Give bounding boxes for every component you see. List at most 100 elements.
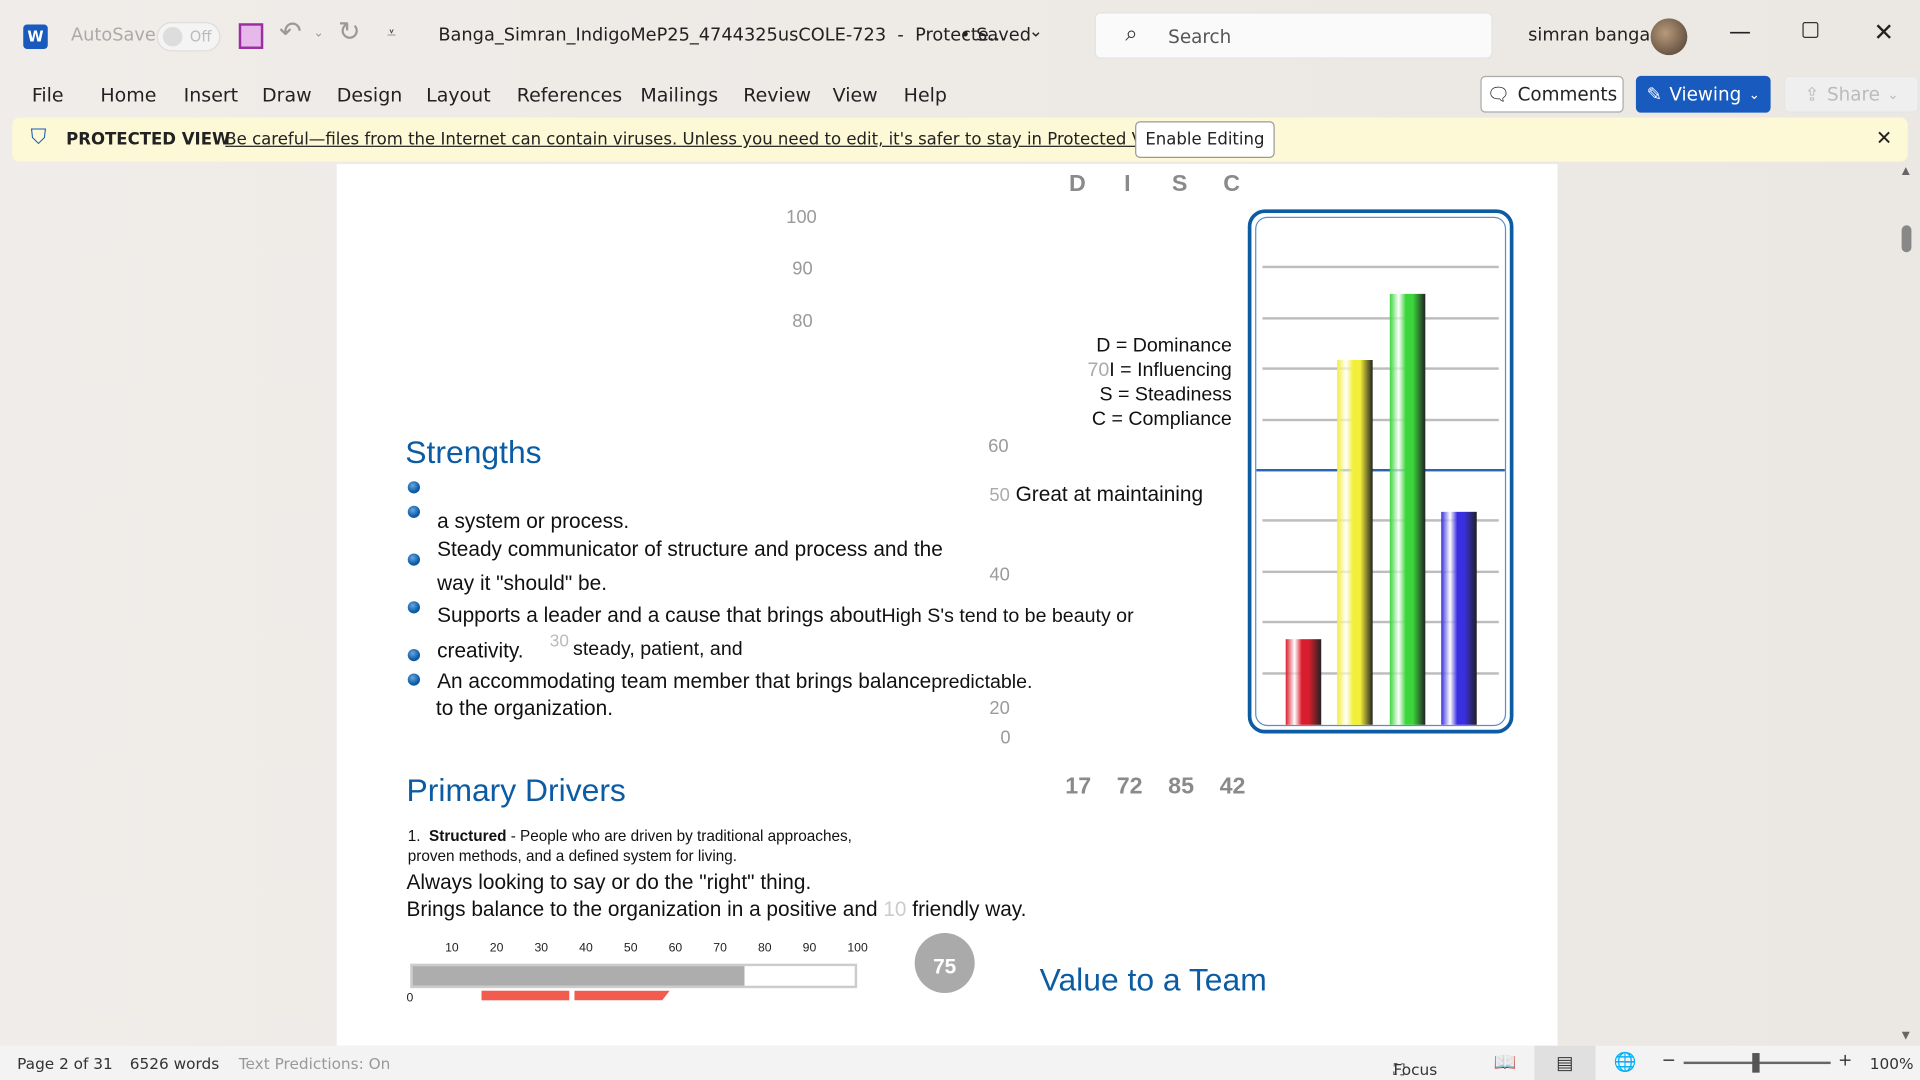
score-i: 72	[1116, 773, 1143, 800]
saved-chevron-icon[interactable]: ⌄	[1029, 22, 1043, 42]
comments-button[interactable]: 🗨 Comments	[1480, 75, 1624, 113]
score-d: 17	[1065, 773, 1092, 800]
share-button[interactable]: ⇪ Share ⌄	[1784, 75, 1919, 113]
menu-view[interactable]: View	[833, 84, 878, 106]
undo-icon[interactable]: ↶	[279, 17, 302, 48]
strength-line: a system or process.	[437, 509, 630, 533]
menu-review[interactable]: Review	[743, 84, 811, 106]
menu-references[interactable]: References	[517, 84, 622, 106]
menu-file[interactable]: File	[32, 84, 64, 106]
protected-view-label: PROTECTED VIEW	[66, 129, 231, 150]
shield-icon: ⛉	[30, 124, 47, 150]
avatar[interactable]	[1650, 18, 1688, 56]
focus-label: Focus	[1393, 1060, 1438, 1079]
score-circle: 75	[914, 933, 975, 994]
scroll-thumb[interactable]	[1901, 225, 1912, 253]
share-label: Share	[1826, 83, 1880, 106]
viewing-button[interactable]: ✎ Viewing ⌄	[1635, 75, 1771, 113]
restore-icon[interactable]	[1802, 22, 1819, 38]
score-c: 42	[1219, 773, 1246, 800]
scale-tick: 80	[757, 941, 772, 956]
tick-label: 0	[1000, 727, 1011, 749]
tick-label: 30	[549, 630, 569, 651]
menu-draw[interactable]: Draw	[262, 84, 312, 106]
read-mode-icon[interactable]: 📖	[1494, 1051, 1517, 1073]
strength-line: Supports a leader and a cause that bring…	[437, 604, 1133, 628]
page-count[interactable]: Page 2 of 31	[17, 1054, 113, 1072]
document-page: D I S C 100 90 80 D = Dominance 70I = In…	[336, 164, 1558, 1046]
driver-description: - People who are driven by traditional a…	[506, 827, 852, 845]
zoom-out-icon[interactable]: −	[1662, 1051, 1676, 1071]
zoom-in-icon[interactable]: +	[1838, 1051, 1852, 1071]
save-icon[interactable]	[238, 23, 264, 49]
document-title[interactable]: Banga_Simran_IndigoMeP25_4744325usCOLE-7…	[438, 26, 1005, 46]
menu-mailings[interactable]: Mailings	[640, 84, 718, 106]
scale-tick: 10	[445, 941, 459, 956]
tick-label: 70	[1087, 360, 1110, 381]
legend-text: I = Influencing	[1109, 360, 1232, 381]
menu-home[interactable]: Home	[100, 84, 156, 106]
strength-text: An accommodating team member that brings…	[437, 669, 932, 694]
close-window-icon[interactable]: ✕	[1873, 17, 1894, 46]
driver-text: friendly way.	[912, 897, 1027, 921]
saved-status[interactable]: • Saved	[960, 26, 1031, 46]
comments-label: Comments	[1517, 83, 1618, 106]
menu-design[interactable]: Design	[337, 84, 403, 106]
print-layout-icon[interactable]: ▤	[1534, 1045, 1596, 1080]
bar-i	[1337, 359, 1373, 725]
bullet-icon	[407, 601, 421, 614]
enable-editing-button[interactable]: Enable Editing	[1135, 121, 1275, 158]
strength-text: predictable.	[931, 672, 1033, 694]
range-marker	[574, 990, 670, 1001]
disc-chart-plot	[1255, 216, 1507, 727]
gridline	[1262, 418, 1499, 421]
zoom-slider[interactable]	[1683, 1053, 1831, 1073]
bar-s	[1389, 294, 1426, 725]
legend-influencing: 70I = Influencing	[1088, 360, 1232, 382]
web-layout-icon[interactable]: 🌐	[1614, 1051, 1637, 1073]
driver-paragraph: Always looking to say or do the "right" …	[406, 870, 812, 894]
scale-tick: 100	[847, 941, 868, 956]
tick-label: 50	[989, 484, 1010, 506]
disc-chart	[1247, 209, 1514, 734]
search-input[interactable]: ⌕ Search	[1094, 12, 1493, 59]
customize-toolbar-icon[interactable]: ⩡	[387, 24, 396, 42]
title-bar: W AutoSave Off ↶ ⌄ ↻ ⩡ Banga_Simran_Indi…	[0, 0, 1920, 71]
undo-dropdown-icon[interactable]: ⌄	[313, 27, 323, 40]
score-s: 85	[1168, 773, 1195, 800]
menu-layout[interactable]: Layout	[426, 84, 491, 106]
bullet-icon	[407, 673, 421, 686]
autosave-toggle[interactable]: Off	[156, 22, 221, 52]
driver-number: 1.	[407, 827, 421, 845]
strength-line: An accommodating team member that brings…	[437, 670, 1032, 694]
bullet-icon	[407, 553, 421, 566]
strengths-heading: Strengths	[405, 433, 542, 471]
disc-letter-i: I	[1124, 171, 1131, 198]
chevron-down-icon: ⌄	[1887, 86, 1899, 103]
word-logo-icon: W	[23, 24, 48, 49]
strength-line: steady, patient, and	[573, 639, 743, 661]
zoom-level[interactable]: 100%	[1870, 1054, 1914, 1072]
minimize-icon[interactable]: —	[1729, 20, 1751, 46]
protected-view-message[interactable]: Be careful—files from the Internet can c…	[225, 130, 1174, 150]
user-name[interactable]: simran banga	[1528, 26, 1650, 46]
strength-line: Great at maintaining	[1015, 482, 1204, 506]
scroll-up-icon[interactable]: ▲	[1899, 164, 1912, 179]
close-banner-icon[interactable]: ✕	[1876, 126, 1892, 149]
word-count[interactable]: 6526 words	[130, 1054, 219, 1072]
menu-help[interactable]: Help	[904, 84, 947, 106]
text-predictions[interactable]: Text Predictions: On	[239, 1054, 391, 1072]
menu-insert[interactable]: Insert	[184, 84, 238, 106]
scale-tick: 20	[489, 941, 504, 956]
vertical-scrollbar[interactable]: ▲ ▼	[1896, 164, 1918, 1046]
tick-label: 10	[883, 897, 907, 921]
scroll-down-icon[interactable]: ▼	[1899, 1029, 1912, 1044]
scale-zero: 0	[406, 991, 414, 1006]
strength-text: 50 Great at maintaining	[989, 482, 1203, 506]
zoom-slider-thumb[interactable]	[1752, 1053, 1760, 1073]
redo-icon[interactable]: ↻	[338, 17, 361, 48]
viewing-label: Viewing	[1669, 83, 1742, 106]
status-bar: Page 2 of 31 6526 words Text Predictions…	[0, 1045, 1920, 1080]
strength-text: High S's tend to be beauty or	[881, 606, 1134, 627]
range-marker	[481, 990, 570, 1001]
